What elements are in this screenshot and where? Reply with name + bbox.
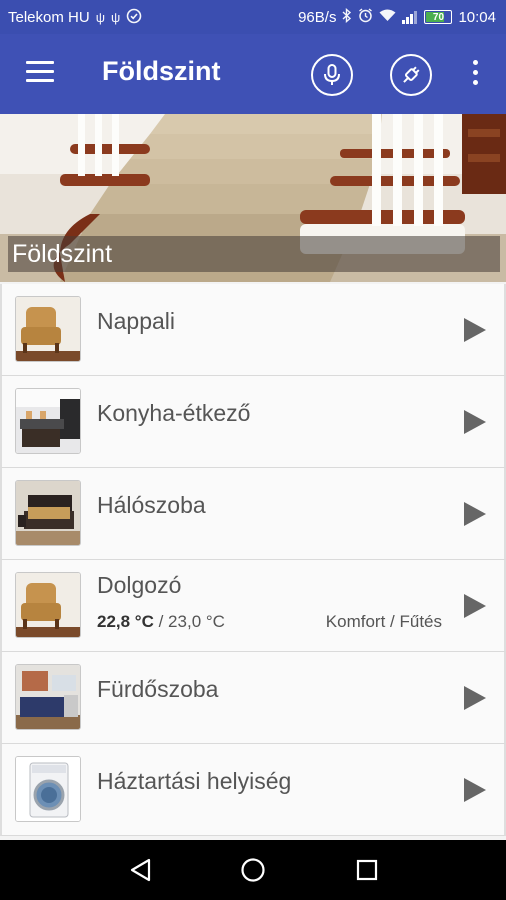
microphone-icon bbox=[324, 64, 340, 85]
chevron-right-icon bbox=[464, 410, 486, 434]
net-speed: 96B/s bbox=[298, 8, 337, 26]
usb-icon: ψ bbox=[110, 9, 121, 25]
navigation-bar bbox=[0, 840, 506, 900]
status-bar: Telekom HU ψ ψ 96B/s 70 10:04 bbox=[0, 0, 506, 34]
check-circle-icon bbox=[126, 8, 142, 27]
armchair-icon bbox=[15, 572, 81, 638]
room-name: Háztartási helyiség bbox=[97, 768, 292, 794]
voice-button[interactable] bbox=[311, 54, 353, 96]
usb-icon: ψ bbox=[95, 9, 105, 25]
bathroom-icon bbox=[15, 664, 81, 730]
current-temperature: 22,8 °C bbox=[97, 612, 154, 631]
room-name: Hálószoba bbox=[97, 492, 206, 518]
status-left: Telekom HU ψ ψ bbox=[8, 8, 142, 27]
kitchen-icon bbox=[15, 388, 81, 454]
chevron-right-icon bbox=[464, 318, 486, 342]
target-temperature: / 23,0 °C bbox=[153, 612, 225, 631]
bed-icon bbox=[15, 480, 81, 546]
connection-button[interactable] bbox=[390, 54, 432, 96]
chevron-right-icon bbox=[464, 778, 486, 802]
list-item[interactable]: Fürdőszoba bbox=[0, 652, 506, 744]
plug-icon bbox=[403, 66, 420, 83]
armchair-icon bbox=[15, 296, 81, 362]
more-vert-icon[interactable] bbox=[468, 60, 482, 88]
list-item[interactable]: Dolgozó 22,8 °C / 23,0 °C Komfort / Fűté… bbox=[0, 560, 506, 652]
list-item[interactable]: Hálószoba bbox=[0, 468, 506, 560]
app-bar: Földszint bbox=[0, 34, 506, 114]
back-icon[interactable] bbox=[128, 857, 154, 883]
chevron-right-icon bbox=[464, 594, 486, 618]
room-name: Nappali bbox=[97, 308, 175, 334]
room-name: Fürdőszoba bbox=[97, 676, 219, 702]
room-name: Dolgozó bbox=[97, 572, 182, 598]
battery-icon: 70 bbox=[424, 10, 453, 24]
recents-icon[interactable] bbox=[354, 857, 380, 883]
battery-level: 70 bbox=[432, 11, 445, 23]
floor-banner: Földszint bbox=[0, 114, 506, 282]
clock: 10:04 bbox=[458, 8, 496, 26]
list-item[interactable]: Nappali bbox=[0, 284, 506, 376]
list-item[interactable]: Háztartási helyiség bbox=[0, 744, 506, 836]
signal-icon bbox=[402, 10, 418, 24]
floor-caption: Földszint bbox=[8, 236, 500, 272]
heating-mode: Komfort / Fűtés bbox=[325, 612, 442, 631]
washing-machine-icon bbox=[15, 756, 81, 822]
bluetooth-icon bbox=[342, 7, 352, 26]
page-title: Földszint bbox=[102, 56, 221, 86]
room-name: Konyha-étkező bbox=[97, 400, 251, 426]
list-item[interactable]: Konyha-étkező bbox=[0, 376, 506, 468]
wifi-icon bbox=[379, 9, 396, 25]
room-list: Nappali Konyha-étkező Hálószoba Dolgozó … bbox=[0, 284, 506, 836]
alarm-icon bbox=[358, 8, 373, 26]
menu-icon[interactable] bbox=[26, 61, 54, 85]
chevron-right-icon bbox=[464, 502, 486, 526]
status-right: 96B/s 70 10:04 bbox=[298, 7, 496, 26]
room-temperature: 22,8 °C / 23,0 °C bbox=[97, 612, 225, 632]
chevron-right-icon bbox=[464, 686, 486, 710]
home-icon[interactable] bbox=[240, 857, 266, 883]
carrier-label: Telekom HU bbox=[8, 8, 90, 26]
